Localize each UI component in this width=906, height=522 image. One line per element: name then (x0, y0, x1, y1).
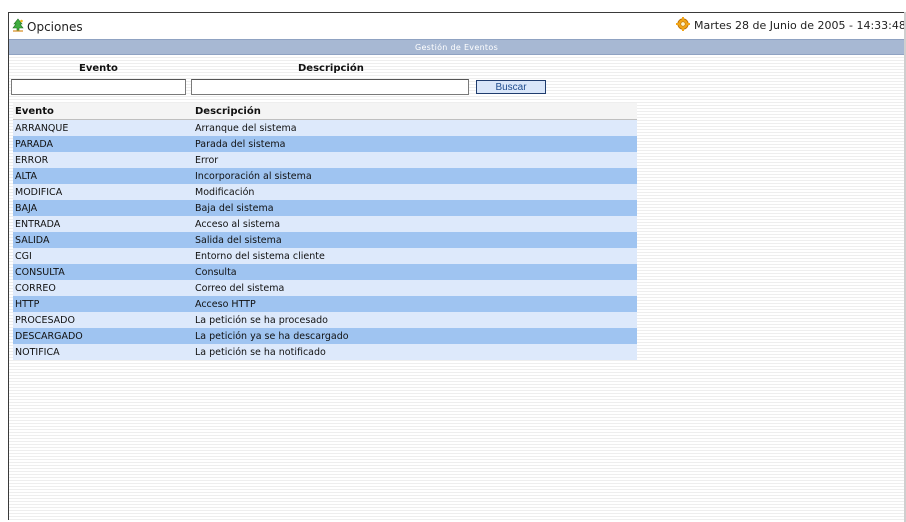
event-code-cell[interactable]: CGI (13, 248, 193, 264)
event-description-cell[interactable]: La petición se ha notificado (193, 344, 637, 360)
event-code-cell[interactable]: ARRANQUE (13, 119, 193, 136)
event-description-cell[interactable]: Entorno del sistema cliente (193, 248, 637, 264)
datetime-area: Martes 28 de Junio de 2005 - 14:33:48 - (676, 16, 904, 35)
event-description-cell[interactable]: La petición ya se ha descargado (193, 328, 637, 344)
table-row[interactable]: HTTP Acceso HTTP (13, 296, 637, 312)
table-row[interactable]: MODIFICA Modificación (13, 184, 637, 200)
page-title: Gestión de Eventos (414, 42, 499, 52)
table-row[interactable]: CORREO Correo del sistema (13, 280, 637, 296)
search-button[interactable]: Buscar (476, 80, 546, 94)
column-header-descripcion[interactable]: Descripción (193, 103, 637, 120)
app-frame: Opciones Martes 28 de Junio de 2005 - 14… (8, 12, 904, 520)
event-description-cell[interactable]: Salida del sistema (193, 232, 637, 248)
table-row[interactable]: PARADA Parada del sistema (13, 136, 637, 152)
descripcion-search-input[interactable] (191, 79, 469, 95)
table-row[interactable]: CGI Entorno del sistema cliente (13, 248, 637, 264)
event-code-cell[interactable]: NOTIFICA (13, 344, 193, 360)
event-description-cell[interactable]: Error (193, 152, 637, 168)
event-code-cell[interactable]: HTTP (13, 296, 193, 312)
table-row[interactable]: SALIDA Salida del sistema (13, 232, 637, 248)
event-description-cell[interactable]: Parada del sistema (193, 136, 637, 152)
event-code-cell[interactable]: SALIDA (13, 232, 193, 248)
gear-icon (676, 16, 690, 35)
event-code-cell[interactable]: ENTRADA (13, 216, 193, 232)
top-bar: Opciones Martes 28 de Junio de 2005 - 14… (9, 13, 904, 37)
evento-filter-label: Evento (79, 63, 118, 74)
column-header-evento[interactable]: Evento (13, 103, 193, 120)
event-code-cell[interactable]: CONSULTA (13, 264, 193, 280)
page-title-bar: Gestión de Eventos (9, 39, 904, 55)
table-row[interactable]: DESCARGADO La petición ya se ha descargad… (13, 328, 637, 344)
event-code-cell[interactable]: ERROR (13, 152, 193, 168)
evento-search-input[interactable] (11, 79, 186, 95)
table-row[interactable]: CONSULTA Consulta (13, 264, 637, 280)
table-row[interactable]: NOTIFICA La petición se ha notificado (13, 344, 637, 360)
events-table: Evento Descripción ARRANQUE Arranque del … (13, 103, 637, 360)
event-code-cell[interactable]: DESCARGADO (13, 328, 193, 344)
event-code-cell[interactable]: BAJA (13, 200, 193, 216)
event-code-cell[interactable]: PROCESADO (13, 312, 193, 328)
event-code-cell[interactable]: CORREO (13, 280, 193, 296)
event-code-cell[interactable]: PARADA (13, 136, 193, 152)
event-description-cell[interactable]: Correo del sistema (193, 280, 637, 296)
event-description-cell[interactable]: Acceso al sistema (193, 216, 637, 232)
table-row[interactable]: ARRANQUE Arranque del sistema (13, 119, 637, 136)
event-description-cell[interactable]: Consulta (193, 264, 637, 280)
options-label[interactable]: Opciones (27, 20, 83, 34)
event-description-cell[interactable]: Arranque del sistema (193, 119, 637, 136)
event-description-cell[interactable]: Baja del sistema (193, 200, 637, 216)
table-row[interactable]: ALTA Incorporación al sistema (13, 168, 637, 184)
table-row[interactable]: ERROR Error (13, 152, 637, 168)
tree-icon (11, 17, 25, 36)
options-menu[interactable]: Opciones (11, 17, 83, 36)
event-description-cell[interactable]: La petición se ha procesado (193, 312, 637, 328)
event-description-cell[interactable]: Acceso HTTP (193, 296, 637, 312)
event-code-cell[interactable]: ALTA (13, 168, 193, 184)
datetime-text: Martes 28 de Junio de 2005 - 14:33:48 - (694, 19, 904, 32)
table-header-row: Evento Descripción (13, 103, 637, 120)
table-row[interactable]: ENTRADA Acceso al sistema (13, 216, 637, 232)
table-row[interactable]: BAJA Baja del sistema (13, 200, 637, 216)
event-description-cell[interactable]: Modificación (193, 184, 637, 200)
descripcion-filter-label: Descripción (298, 63, 364, 74)
event-description-cell[interactable]: Incorporación al sistema (193, 168, 637, 184)
table-row[interactable]: PROCESADO La petición se ha procesado (13, 312, 637, 328)
event-code-cell[interactable]: MODIFICA (13, 184, 193, 200)
